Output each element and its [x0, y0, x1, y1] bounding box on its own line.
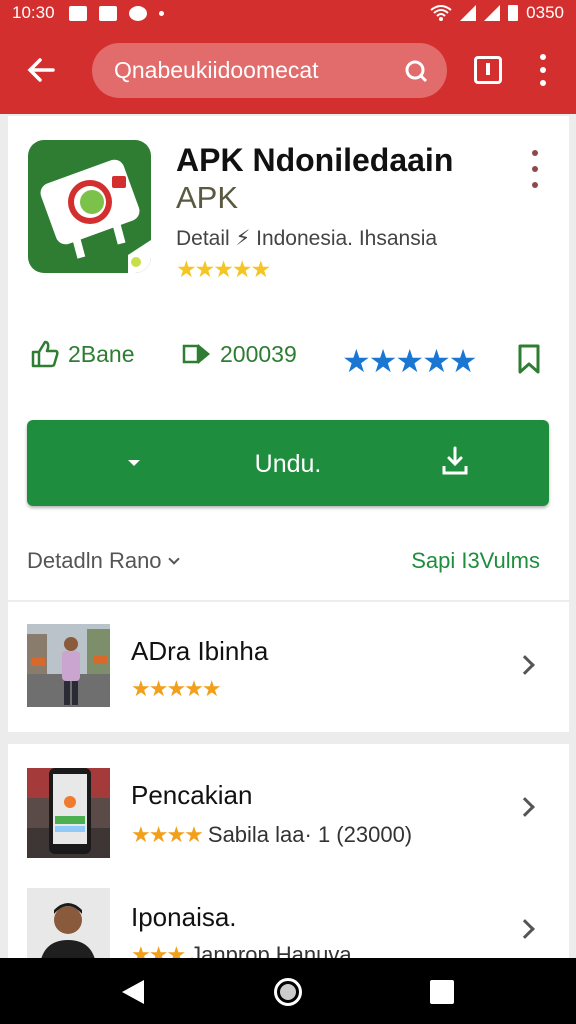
- tabs-button[interactable]: [474, 56, 502, 84]
- signal-icon-2: [484, 5, 501, 21]
- share-icon: [182, 344, 210, 364]
- app-header-card: APK Ndoniledaain APK Detail ⚡ Indonesia.…: [8, 116, 569, 600]
- status-bar: 10:30 0350: [0, 0, 576, 26]
- stat-downloads: 200039: [182, 340, 297, 368]
- list-item-title: Iponaisa.: [131, 902, 237, 932]
- chevron-down-icon: [167, 553, 180, 565]
- see-all-link[interactable]: Sapi I3Vulms: [411, 548, 540, 574]
- notification-icon: [98, 5, 117, 21]
- nav-recents-icon[interactable]: [430, 980, 454, 1004]
- stats-row: 2Bane 200039 ★★★★★: [8, 340, 569, 384]
- status-time: 10:30: [12, 3, 55, 22]
- dot-icon: [158, 10, 164, 16]
- app-options-button[interactable]: [530, 150, 540, 188]
- thumbs-up-icon: [31, 340, 59, 368]
- app-subtitle: APK: [176, 180, 239, 215]
- review-card: ADra Ibinha ★★★★★: [8, 602, 569, 732]
- details-dropdown[interactable]: Detadln Rano: [27, 548, 180, 574]
- reviewer-photo: [27, 624, 110, 707]
- list-item-stars: ★★★★★: [131, 676, 222, 701]
- search-icon[interactable]: [403, 58, 429, 84]
- app-bar: Qnabeukiidoomecat: [0, 26, 576, 114]
- stat-installs-value: 2Bane: [68, 340, 135, 367]
- details-label: Detadln Rano: [27, 548, 162, 573]
- app-stars-small: ★★★★★: [176, 256, 271, 282]
- arrow-left-icon: [27, 58, 55, 82]
- mail-icon: [68, 5, 87, 21]
- url-search-bar[interactable]: Qnabeukiidoomecat: [92, 43, 447, 98]
- signal-icon: [460, 5, 477, 21]
- download-icon: [442, 446, 468, 475]
- apps-list-card: Pencakian ★★★★ Sabila laa· 1 (23000) Ipon…: [8, 744, 569, 971]
- bookmark-icon[interactable]: [516, 344, 542, 374]
- battery-icon: [508, 5, 519, 21]
- overflow-menu-button[interactable]: [537, 54, 549, 86]
- app-title: APK Ndoniledaain: [176, 142, 454, 178]
- list-item-title: ADra Ibinha: [131, 636, 269, 666]
- chevron-right-icon: [515, 919, 535, 939]
- list-item[interactable]: ADra Ibinha ★★★★★: [8, 618, 569, 718]
- install-button-label: Undu.: [254, 450, 322, 478]
- rating-stars: ★★★★★: [342, 343, 477, 379]
- chevron-right-icon: [515, 655, 535, 675]
- list-item-title: Pencakian: [131, 780, 253, 810]
- developer-name[interactable]: Detail ⚡ Indonesia. Ihsansia: [176, 226, 437, 251]
- sync-icon: [128, 5, 147, 21]
- app-icon[interactable]: [28, 140, 151, 273]
- url-text: Qnabeukiidoomecat: [114, 57, 319, 83]
- nav-back-icon[interactable]: [122, 980, 144, 1004]
- stat-installs: 2Bane: [30, 340, 135, 368]
- app-thumbnail: [27, 768, 110, 858]
- chevron-right-icon: [515, 797, 535, 817]
- stat-downloads-value: 200039: [220, 340, 297, 367]
- install-button[interactable]: Undu.: [27, 420, 549, 506]
- list-item-subtitle: ★★★★ Sabila laa· 1 (23000): [131, 822, 413, 847]
- system-nav-bar: [0, 958, 576, 1024]
- back-button[interactable]: [26, 55, 56, 85]
- list-item[interactable]: Pencakian ★★★★ Sabila laa· 1 (23000): [8, 766, 569, 866]
- wifi-icon: [430, 5, 452, 21]
- status-right-text: 0350: [526, 3, 564, 22]
- nav-home-icon[interactable]: [274, 978, 302, 1006]
